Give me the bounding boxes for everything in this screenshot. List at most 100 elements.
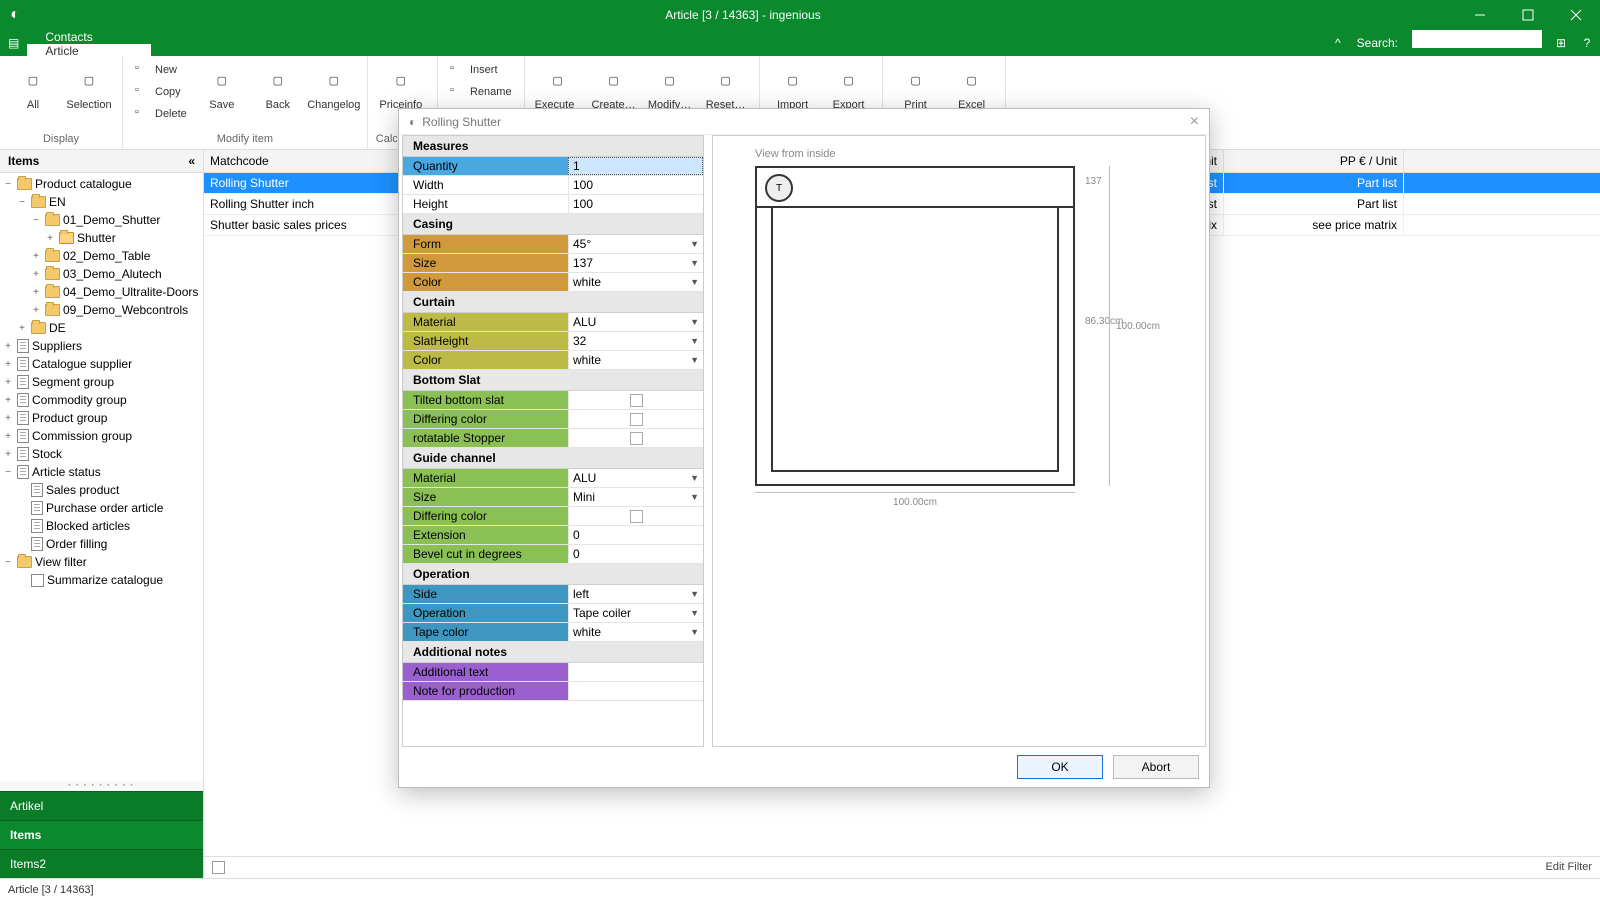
pg-row[interactable]: Differing color bbox=[403, 410, 703, 429]
help-icon[interactable]: ? bbox=[1574, 30, 1600, 56]
pg-row[interactable]: Height bbox=[403, 195, 703, 214]
dropdown-icon[interactable]: ▼ bbox=[690, 336, 699, 346]
ribbon-excel[interactable]: ▢Excel bbox=[947, 60, 997, 115]
tree-node[interactable]: +Segment group bbox=[0, 373, 203, 391]
tree-node[interactable]: −Product catalogue bbox=[0, 175, 203, 193]
tree-node[interactable]: +03_Demo_Alutech bbox=[0, 265, 203, 283]
pg-row[interactable]: Color▼ bbox=[403, 273, 703, 292]
pg-value[interactable] bbox=[568, 663, 703, 681]
minimize-button[interactable] bbox=[1456, 0, 1504, 30]
checkbox[interactable] bbox=[630, 413, 643, 426]
tree-node[interactable]: +Catalogue supplier bbox=[0, 355, 203, 373]
ribbon-back[interactable]: ▢Back bbox=[253, 60, 303, 124]
tree-node[interactable]: +Product group bbox=[0, 409, 203, 427]
dropdown-icon[interactable]: ▼ bbox=[690, 239, 699, 249]
tree-node[interactable]: Order filling bbox=[0, 535, 203, 553]
tree-node[interactable]: −View filter bbox=[0, 553, 203, 571]
pg-row[interactable]: SlatHeight▼ bbox=[403, 332, 703, 351]
dropdown-icon[interactable]: ▼ bbox=[690, 627, 699, 637]
abort-button[interactable]: Abort bbox=[1113, 755, 1199, 779]
ribbon-insert[interactable]: ▫Insert bbox=[446, 60, 516, 80]
pg-input[interactable] bbox=[573, 275, 690, 289]
pg-row[interactable]: Additional text bbox=[403, 663, 703, 682]
tree-node[interactable]: +DE bbox=[0, 319, 203, 337]
pg-input[interactable] bbox=[573, 684, 699, 698]
pg-value[interactable]: ▼ bbox=[568, 623, 703, 641]
pg-input[interactable] bbox=[573, 256, 690, 270]
pg-value[interactable]: ▼ bbox=[568, 273, 703, 291]
pg-value[interactable]: ▼ bbox=[568, 332, 703, 350]
pg-input[interactable] bbox=[573, 547, 699, 561]
pg-input[interactable] bbox=[573, 353, 690, 367]
ribbon-delete[interactable]: ▫Delete bbox=[131, 104, 191, 124]
pg-value[interactable] bbox=[568, 410, 703, 428]
toolbar-icon[interactable]: ⊞ bbox=[1548, 30, 1574, 56]
pg-input[interactable] bbox=[573, 528, 699, 542]
ribbon-print[interactable]: ▢Print bbox=[891, 60, 941, 115]
pg-row[interactable]: Color▼ bbox=[403, 351, 703, 370]
tree-node[interactable]: −Article status bbox=[0, 463, 203, 481]
pg-value[interactable] bbox=[568, 507, 703, 525]
tree-node[interactable]: +02_Demo_Table bbox=[0, 247, 203, 265]
pg-row[interactable]: Material▼ bbox=[403, 313, 703, 332]
pg-input[interactable] bbox=[573, 159, 698, 173]
dropdown-icon[interactable]: ▼ bbox=[690, 589, 699, 599]
ribbon-toggle-icon[interactable]: ^ bbox=[1327, 30, 1349, 56]
pg-input[interactable] bbox=[573, 237, 690, 251]
pg-value[interactable] bbox=[568, 545, 703, 563]
tree-node[interactable]: +Commission group bbox=[0, 427, 203, 445]
property-grid[interactable]: MeasuresQuantityWidthHeightCasingForm▼Si… bbox=[402, 135, 704, 747]
pg-input[interactable] bbox=[573, 197, 699, 211]
tree-node[interactable]: −EN bbox=[0, 193, 203, 211]
pg-value[interactable]: ▼ bbox=[568, 313, 703, 331]
maximize-button[interactable] bbox=[1504, 0, 1552, 30]
ribbon-all[interactable]: ▢All bbox=[8, 60, 58, 115]
pg-input[interactable] bbox=[573, 606, 690, 620]
dialog-close-icon[interactable]: × bbox=[1190, 113, 1199, 131]
pg-value[interactable] bbox=[568, 176, 703, 194]
ribbon-rename[interactable]: ▫Rename bbox=[446, 82, 516, 102]
pg-input[interactable] bbox=[573, 315, 690, 329]
tree-node[interactable]: +04_Demo_Ultralite-Doors bbox=[0, 283, 203, 301]
dropdown-icon[interactable]: ▼ bbox=[690, 317, 699, 327]
tree-node[interactable]: +Suppliers bbox=[0, 337, 203, 355]
ribbon-import[interactable]: ▢Import bbox=[768, 60, 818, 115]
pg-row[interactable]: Operation▼ bbox=[403, 604, 703, 623]
pg-input[interactable] bbox=[573, 625, 690, 639]
pg-input[interactable] bbox=[573, 490, 690, 504]
pg-row[interactable]: Note for production bbox=[403, 682, 703, 701]
ribbon-new[interactable]: ▫New bbox=[131, 60, 191, 80]
pg-row[interactable]: Differing color bbox=[403, 507, 703, 526]
pg-value[interactable]: ▼ bbox=[568, 351, 703, 369]
tree-node[interactable]: +Shutter bbox=[0, 229, 203, 247]
pg-value[interactable] bbox=[568, 195, 703, 213]
pg-value[interactable] bbox=[568, 157, 703, 175]
ribbon-changelog[interactable]: ▢Changelog bbox=[309, 60, 359, 124]
ribbon-priceinfo[interactable]: ▢Priceinfo bbox=[376, 60, 426, 115]
footer-checkbox[interactable] bbox=[212, 861, 225, 874]
pg-input[interactable] bbox=[573, 665, 699, 679]
pg-value[interactable] bbox=[568, 429, 703, 447]
close-button[interactable] bbox=[1552, 0, 1600, 30]
pg-value[interactable]: ▼ bbox=[568, 254, 703, 272]
search-input[interactable] bbox=[1412, 30, 1542, 48]
checkbox[interactable] bbox=[630, 394, 643, 407]
pg-value[interactable] bbox=[568, 526, 703, 544]
pg-row[interactable]: Material▼ bbox=[403, 469, 703, 488]
pg-row[interactable]: Tilted bottom slat bbox=[403, 391, 703, 410]
tree-node[interactable]: −01_Demo_Shutter bbox=[0, 211, 203, 229]
pg-row[interactable]: Side▼ bbox=[403, 585, 703, 604]
pg-input[interactable] bbox=[573, 471, 690, 485]
ribbon-export[interactable]: ▢Export bbox=[824, 60, 874, 115]
dropdown-icon[interactable]: ▼ bbox=[690, 492, 699, 502]
pg-value[interactable]: ▼ bbox=[568, 469, 703, 487]
checkbox[interactable] bbox=[630, 432, 643, 445]
pg-value[interactable]: ▼ bbox=[568, 488, 703, 506]
pg-input[interactable] bbox=[573, 178, 699, 192]
dropdown-icon[interactable]: ▼ bbox=[690, 473, 699, 483]
dropdown-icon[interactable]: ▼ bbox=[690, 355, 699, 365]
tree-node[interactable]: +09_Demo_Webcontrols bbox=[0, 301, 203, 319]
pg-row[interactable]: Size▼ bbox=[403, 254, 703, 273]
bottom-tab-artikel[interactable]: Artikel bbox=[0, 791, 203, 820]
pg-row[interactable]: Extension bbox=[403, 526, 703, 545]
